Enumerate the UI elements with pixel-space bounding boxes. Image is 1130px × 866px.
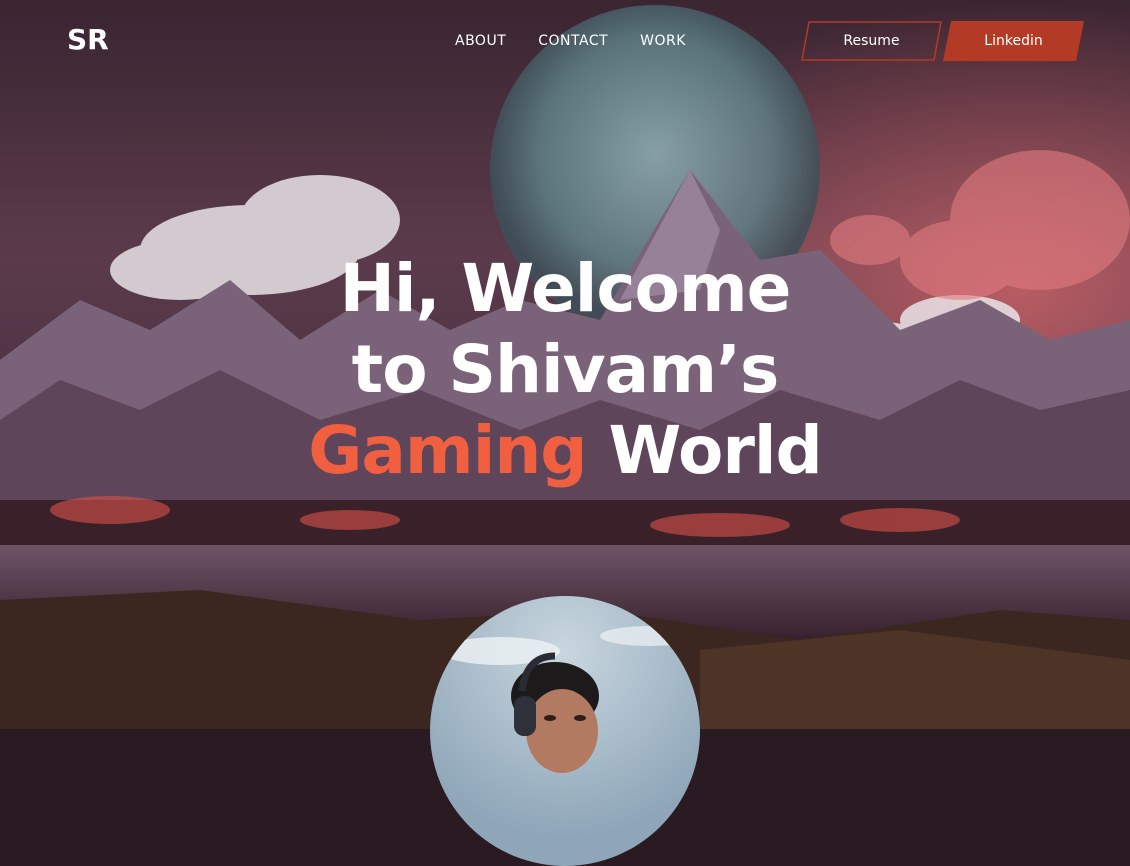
resume-button[interactable]: Resume: [801, 21, 942, 61]
hero-heading: Hi, Welcome to Shivam’s Gaming World: [0, 248, 1130, 491]
hero-line-2: to Shivam’s: [351, 331, 780, 408]
hero-line-3: Gaming World: [0, 410, 1130, 491]
site-logo[interactable]: SR: [67, 23, 109, 56]
hero-line-1: Hi, Welcome: [339, 250, 792, 327]
nav-link-work[interactable]: WORK: [640, 33, 686, 49]
linkedin-button-label: Linkedin: [984, 33, 1043, 49]
profile-photo: [430, 596, 700, 866]
resume-button-label: Resume: [843, 33, 900, 49]
nav-link-contact[interactable]: CONTACT: [538, 33, 608, 49]
nav-link-about[interactable]: ABOUT: [455, 33, 506, 49]
top-navigation: SR ABOUT CONTACT WORK Resume Linkedin: [0, 0, 1130, 82]
linkedin-button[interactable]: Linkedin: [943, 21, 1084, 61]
nav-menu: ABOUT CONTACT WORK: [455, 33, 686, 49]
hero-accent-word: Gaming: [308, 412, 587, 489]
hero-last-word: World: [608, 412, 823, 489]
